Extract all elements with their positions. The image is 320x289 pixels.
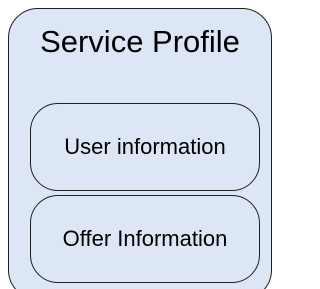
offer-information-label: Offer Information — [62, 226, 228, 251]
service-profile-title: Service Profile — [40, 24, 240, 59]
user-information-label: User information — [64, 134, 226, 159]
offer-information-box: Offer Information — [30, 195, 260, 283]
user-information-box: User information — [30, 103, 260, 191]
diagram-canvas: Service Profile User information Offer I… — [0, 0, 274, 289]
